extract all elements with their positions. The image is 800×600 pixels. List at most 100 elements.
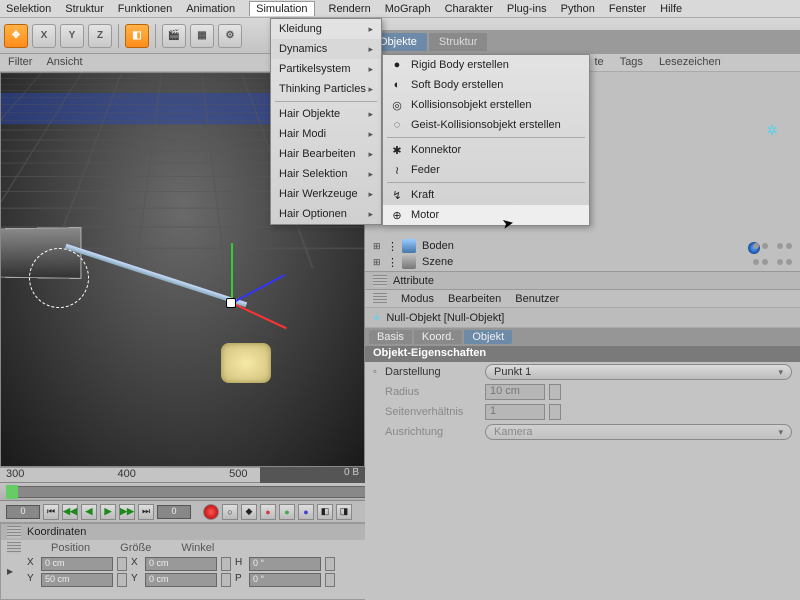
menu-item-soft-body[interactable]: ◐Soft Body erstellen [383,75,589,95]
cube-primitive-icon[interactable]: ◧ [125,24,149,48]
menu-item-hair-optionen[interactable]: Hair Optionen▸ [271,204,381,224]
menu-hilfe[interactable]: Hilfe [660,3,682,15]
key-selection-icon[interactable]: ◆ [241,504,257,520]
menu-item-konnektor[interactable]: ✱Konnektor [383,140,589,160]
visibility-dots[interactable] [753,259,792,265]
menu-item-feder[interactable]: ≀Feder [383,160,589,180]
menu-item-kraft[interactable]: ↯Kraft [383,185,589,205]
darstellung-dropdown[interactable]: Punkt 1 ▾ [485,364,792,380]
subtab-basis[interactable]: Basis [369,330,412,344]
menu-item-thinking-particles[interactable]: Thinking Particles▸ [271,79,381,99]
menu-fenster[interactable]: Fenster [609,3,646,15]
key-pos-icon[interactable]: ● [260,504,276,520]
tree-label[interactable]: Szene [420,256,453,268]
menu-item-collision[interactable]: ◎Kollisionsobjekt erstellen [383,95,589,115]
expander-icon[interactable]: ⊞ [373,257,383,268]
menu-item-ghost-collision[interactable]: ◌Geist-Kollisionsobjekt erstellen [383,115,589,135]
gizmo-pivot[interactable] [226,298,236,308]
attr-tab-benutzer[interactable]: Benutzer [515,293,559,305]
visibility-dots[interactable] [753,243,792,249]
ang-p-field[interactable]: 0 ° [249,573,321,587]
menu-item-hair-bearbeiten[interactable]: Hair Bearbeiten▸ [271,144,381,164]
subtab-objekt[interactable]: Objekt [464,330,512,344]
tree-row-szene[interactable]: ⊞ ⋮ Szene [365,254,800,270]
grip-icon[interactable] [7,526,21,538]
menu-rendern[interactable]: Rendern [329,3,371,15]
attr-tab-bearbeiten[interactable]: Bearbeiten [448,293,501,305]
expand-toggle[interactable]: ▸ [7,564,13,578]
grip-icon[interactable] [373,293,387,305]
goto-start-button[interactable]: ⏮ [43,504,59,520]
tree-row-boden[interactable]: ⊞ ⋮ Boden [365,238,800,254]
spinner[interactable] [221,573,231,587]
autokey-button[interactable]: ○ [222,504,238,520]
grip-icon[interactable] [7,542,21,554]
menu-charakter[interactable]: Charakter [445,3,493,15]
menu-python[interactable]: Python [561,3,595,15]
render-settings-icon[interactable]: ⚙ [218,24,242,48]
axis-x-toggle[interactable]: X [32,24,56,48]
dynamics-submenu[interactable]: ●Rigid Body erstellen ◐Soft Body erstell… [382,54,590,226]
menu-item-motor[interactable]: ⊕Motor [383,205,589,225]
frame-start-field[interactable]: 0 [6,505,40,519]
menu-animation[interactable]: Animation [186,3,235,15]
move-tool-icon[interactable]: ✥ [4,24,28,48]
key-scale-icon[interactable]: ● [279,504,295,520]
gizmo-z-axis[interactable] [232,274,286,304]
goto-end-button[interactable]: ⏭ [138,504,154,520]
key-rot-icon[interactable]: ● [298,504,314,520]
render-icon[interactable]: ▦ [190,24,214,48]
clapper-icon[interactable]: 🎬 [162,24,186,48]
axis-z-toggle[interactable]: Z [88,24,112,48]
attr-tab-modus[interactable]: Modus [401,293,434,305]
menu-funktionen[interactable]: Funktionen [118,3,172,15]
play-forward-button[interactable]: ▶ [100,504,116,520]
gizmo-x-axis[interactable] [232,302,287,329]
ang-h-field[interactable]: 0 ° [249,557,321,571]
spinner[interactable] [117,557,127,571]
menu-simulation[interactable]: Simulation [249,1,314,16]
key-pla-icon[interactable]: ◨ [336,504,352,520]
menu-selektion[interactable]: Selektion [6,3,51,15]
gizmo-y-axis[interactable] [231,243,233,303]
menu-plugins[interactable]: Plug-ins [507,3,547,15]
menu-item-kleidung[interactable]: Kleidung▸ [271,19,381,39]
om-lesezeichen[interactable]: Lesezeichen [659,56,721,69]
step-back-button[interactable]: ◀◀ [62,504,78,520]
spinner[interactable] [117,573,127,587]
menu-struktur[interactable]: Struktur [65,3,104,15]
pos-x-field[interactable]: 0 cm [41,557,113,571]
menu-item-hair-selektion[interactable]: Hair Selektion▸ [271,164,381,184]
pos-y-field[interactable]: 50 cm [41,573,113,587]
menu-item-hair-objekte[interactable]: Hair Objekte▸ [271,104,381,124]
axis-y-toggle[interactable]: Y [60,24,84,48]
menu-item-dynamics[interactable]: Dynamics▸ [271,39,381,59]
subtab-koord[interactable]: Koord. [414,330,462,344]
spinner[interactable] [221,557,231,571]
timeline-start-handle[interactable] [6,485,18,499]
ansicht-menu[interactable]: Ansicht [46,56,82,69]
menu-item-hair-werkzeuge[interactable]: Hair Werkzeuge▸ [271,184,381,204]
om-tags[interactable]: Tags [620,56,643,69]
spinner[interactable] [325,557,335,571]
play-back-button[interactable]: ◀ [81,504,97,520]
key-param-icon[interactable]: ◧ [317,504,333,520]
menu-mograph[interactable]: MoGraph [385,3,431,15]
expander-icon[interactable]: ⊞ [373,241,383,252]
size-y-field[interactable]: 0 cm [145,573,217,587]
tree-label[interactable]: Boden [420,240,454,252]
spinner[interactable] [325,573,335,587]
tab-struktur[interactable]: Struktur [429,33,488,51]
filter-menu[interactable]: Filter [8,56,32,69]
record-button[interactable] [203,504,219,520]
om-te[interactable]: te [595,56,604,69]
menu-item-hair-modi[interactable]: Hair Modi▸ [271,124,381,144]
step-forward-button[interactable]: ▶▶ [119,504,135,520]
frame-end-field[interactable]: 0 [157,505,191,519]
size-x-field[interactable]: 0 cm [145,557,217,571]
prop-label-radius: Radius [385,386,481,398]
menu-item-rigid-body[interactable]: ●Rigid Body erstellen [383,55,589,75]
grip-icon[interactable] [373,275,387,287]
menu-item-partikelsystem[interactable]: Partikelsystem▸ [271,59,381,79]
simulation-menu[interactable]: Kleidung▸ Dynamics▸ Partikelsystem▸ Thin… [270,18,382,225]
